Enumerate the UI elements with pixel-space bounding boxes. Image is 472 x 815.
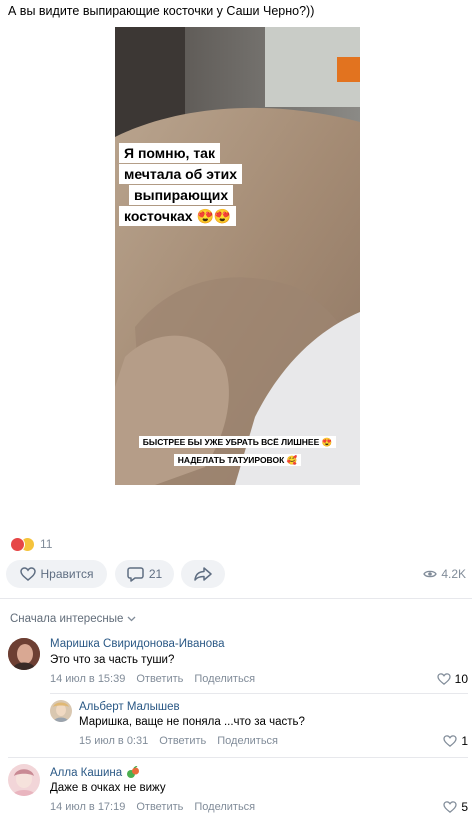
avatar-photo (8, 764, 40, 796)
reply-avatar[interactable] (50, 700, 72, 722)
heart-outline-icon (443, 801, 457, 813)
share-comment-button[interactable]: Поделиться (194, 673, 255, 685)
heart-outline-icon (443, 735, 457, 747)
like-button[interactable]: Нравится (6, 560, 107, 588)
comment-author-row[interactable]: Алла Кашина (50, 766, 140, 779)
post-video[interactable]: Я помню, так мечтала об этих выпирающих … (115, 27, 360, 485)
reply-date[interactable]: 15 июл в 0:31 (79, 735, 148, 747)
reactions-count: 11 (40, 537, 53, 551)
comment-icon (127, 566, 144, 582)
post-divider (0, 598, 472, 599)
share-comment-button[interactable]: Поделиться (194, 801, 255, 813)
video-frame-image (115, 27, 360, 485)
comment-like-button[interactable]: 5 (443, 800, 468, 814)
video-caption-line-3: выпирающих (129, 185, 234, 205)
chevron-down-icon (127, 616, 136, 622)
video-caption-line-2: мечтала об этих (119, 164, 243, 184)
comment-author[interactable]: Маришка Свиридонова-Иванова (50, 638, 225, 650)
gift-badge-icon (127, 766, 140, 778)
avatar-photo (8, 638, 40, 670)
comment-like-count: 10 (454, 672, 468, 686)
comments-button[interactable]: 21 (115, 560, 174, 588)
comment-like-count: 5 (461, 800, 468, 814)
comment-avatar[interactable] (8, 764, 40, 796)
heart-reaction-icon (10, 536, 25, 552)
views-counter: 4.2K (423, 567, 466, 581)
video-caption-bottom: БЫСТРЕЕ БЫ УЖЕ УБРАТЬ ВСЁ ЛИШНЕЕ 😍 НАДЕЛ… (121, 432, 354, 468)
reply-meta: 15 июл в 0:31 Ответить Поделиться (79, 735, 278, 747)
reply-button[interactable]: Ответить (136, 801, 183, 813)
share-icon (194, 567, 212, 581)
eye-icon (423, 570, 438, 578)
video-caption-bottom-line-2: НАДЕЛАТЬ ТАТУИРОВОК 🥰 (173, 454, 302, 466)
avatar-photo (50, 700, 72, 722)
reply-like-count: 1 (461, 734, 468, 748)
reply-author[interactable]: Альберт Малышев (79, 701, 180, 713)
video-caption-line-1: Я помню, так (119, 143, 220, 163)
video-caption-bottom-line-1: БЫСТРЕЕ БЫ УЖЕ УБРАТЬ ВСЁ ЛИШНЕЕ 😍 (138, 436, 337, 448)
comments-count: 21 (148, 567, 163, 581)
comment-meta: 14 июл в 15:39 Ответить Поделиться (50, 673, 255, 685)
comments-sort-label: Сначала интересные (10, 613, 124, 625)
video-caption-line-4: косточках 😍😍 (119, 206, 237, 226)
views-count: 4.2K (441, 567, 466, 581)
reply-button[interactable]: Ответить (136, 673, 183, 685)
comment-text: Даже в очках не вижу (50, 782, 166, 794)
post-text: А вы видите выпирающие косточки у Саши Ч… (8, 4, 315, 18)
reply-like-button[interactable]: 1 (443, 734, 468, 748)
reply-button[interactable]: Ответить (159, 735, 206, 747)
like-button-label: Нравится (40, 567, 94, 581)
comment-meta: 14 июл в 17:19 Ответить Поделиться (50, 801, 255, 813)
comment-author[interactable]: Алла Кашина (50, 767, 122, 779)
comments-sort-dropdown[interactable]: Сначала интересные (10, 613, 136, 625)
share-comment-button[interactable]: Поделиться (217, 735, 278, 747)
comment-date[interactable]: 14 июл в 15:39 (50, 673, 125, 685)
reactions-summary[interactable]: 11 (10, 536, 52, 552)
comment-separator (50, 693, 468, 694)
comment-like-button[interactable]: 10 (436, 672, 468, 686)
heart-outline-icon (19, 567, 36, 581)
comment-separator (8, 757, 468, 758)
share-button[interactable] (181, 560, 225, 588)
comment-text: Это что за часть туши? (50, 654, 175, 666)
reply-text: Маришка, ваще не поняла ...что за часть? (79, 716, 305, 728)
comment-date[interactable]: 14 июл в 17:19 (50, 801, 125, 813)
comment-avatar[interactable] (8, 638, 40, 670)
heart-outline-icon (436, 673, 451, 685)
